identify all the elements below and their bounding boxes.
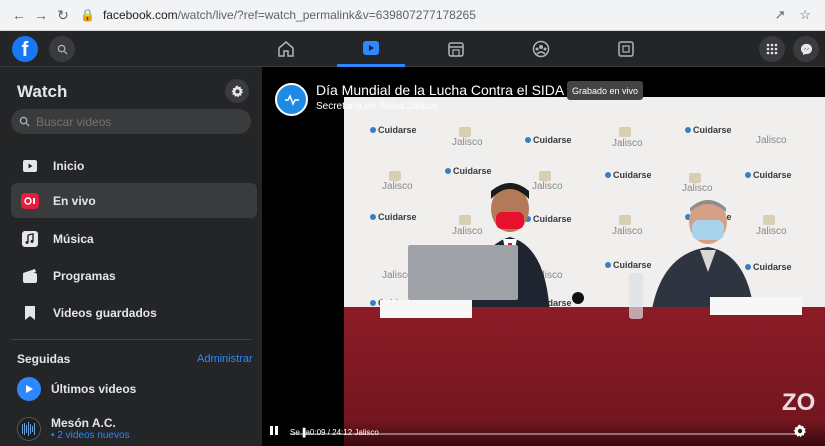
meson-avatar (17, 416, 41, 441)
sub-meta: • 2 videos nuevos (51, 430, 130, 441)
groups-icon[interactable] (507, 31, 575, 67)
watermark-text: ZO (782, 389, 816, 416)
svg-text:Cuidarse: Cuidarse (613, 170, 652, 180)
home-icon[interactable] (252, 31, 320, 67)
sidebar-item-inicio[interactable]: Inicio (11, 148, 257, 183)
play-icon (17, 377, 41, 401)
messenger-icon[interactable] (793, 36, 819, 62)
page-name[interactable]: Secretaría de Salud Jalisco (316, 101, 438, 112)
facebook-logo-icon[interactable]: f (12, 36, 38, 62)
search-icon[interactable] (49, 36, 75, 62)
water-bottle (629, 273, 643, 319)
search-videos-input[interactable] (36, 114, 236, 129)
svg-text:Jalisco: Jalisco (612, 226, 643, 237)
svg-text:Cuidarse: Cuidarse (693, 125, 732, 135)
svg-text:Cuidarse: Cuidarse (533, 135, 572, 145)
menu-grid-icon[interactable] (759, 36, 785, 62)
svg-text:Cuidarse: Cuidarse (753, 170, 792, 180)
playback-time: Se▐a0:09 / 24:12 Jalisco (290, 428, 379, 437)
svg-text:Cuidarse: Cuidarse (753, 262, 792, 272)
sidebar-item-latest-videos[interactable]: Últimos videos (17, 377, 136, 401)
video-title[interactable]: Día Mundial de la Lucha Contra el SIDA (316, 82, 564, 98)
sidebar-item-label: En vivo (53, 193, 96, 208)
divider (11, 339, 251, 340)
laptop (408, 245, 518, 300)
share-icon[interactable]: ↗ (774, 7, 785, 23)
svg-text:Jalisco: Jalisco (756, 135, 787, 146)
tv-icon (21, 157, 39, 175)
back-icon[interactable]: ← (8, 4, 30, 26)
url-host: facebook.com (102, 8, 178, 22)
svg-text:Cuidarse: Cuidarse (378, 125, 417, 135)
svg-text:Jalisco: Jalisco (452, 137, 483, 148)
svg-text:Jalisco: Jalisco (756, 226, 787, 237)
svg-text:Cuidarse: Cuidarse (378, 212, 417, 222)
lock-icon: 🔒 (80, 8, 95, 22)
sidebar-item-label: Inicio (53, 158, 85, 173)
sidebar-item-en-vivo[interactable]: En vivo (11, 183, 257, 218)
music-icon (21, 230, 39, 248)
browser-toolbar: ← → ↻ 🔒 facebook.com/watch/live/?ref=wat… (0, 0, 825, 31)
marketplace-icon[interactable] (422, 31, 490, 67)
svg-text:Jalisco: Jalisco (612, 138, 643, 149)
sidebar-item-musica[interactable]: Música (11, 221, 257, 256)
section-title: Seguidas (17, 352, 71, 366)
url-path: /watch/live/?ref=watch_permalink&v=63980… (177, 8, 476, 22)
sub-name: Últimos videos (51, 382, 137, 396)
search-videos-field[interactable] (11, 109, 251, 134)
sidebar-item-videos-guardados[interactable]: Videos guardados (11, 295, 257, 330)
sidebar-item-label: Música (53, 231, 94, 246)
clapper-icon (21, 267, 39, 285)
forward-icon[interactable]: → (30, 4, 52, 26)
sidebar-item-label: Programas (53, 268, 116, 283)
gaming-icon[interactable] (592, 31, 660, 67)
svg-text:Jalisco: Jalisco (382, 181, 413, 192)
sub-name: Mesón A.C. (51, 416, 116, 430)
video-player[interactable]: Cuidarse Cuidarse Cuidarse Cuidarse Cuidars… (262, 67, 825, 446)
page-avatar[interactable] (275, 83, 308, 116)
gear-icon[interactable] (225, 79, 249, 103)
nameplate-right (710, 297, 802, 315)
recorded-live-badge: Grabado en vivo (567, 81, 644, 100)
svg-text:Cuidarse: Cuidarse (453, 166, 492, 176)
sidebar-item-programas[interactable]: Programas (11, 258, 257, 293)
bookmark-icon (21, 304, 39, 322)
nameplate-left (380, 300, 472, 318)
address-bar[interactable]: 🔒 facebook.com/watch/live/?ref=watch_per… (80, 4, 774, 26)
live-icon (21, 192, 39, 210)
sidebar-item-label: Videos guardados (53, 305, 157, 320)
facebook-top-nav: f (0, 31, 825, 67)
microphone (572, 292, 584, 304)
sidebar-title: Watch (17, 82, 68, 101)
sidebar-item-meson[interactable]: Mesón A.C. • 2 videos nuevos (17, 416, 130, 441)
pause-icon[interactable] (270, 426, 278, 438)
watch-sidebar: Watch Inicio En vivo Música Programas Vi (0, 67, 262, 446)
reload-icon[interactable]: ↻ (52, 4, 74, 26)
manage-link[interactable]: Administrar (197, 353, 253, 365)
svg-text:Cuidarse: Cuidarse (613, 260, 652, 270)
star-icon[interactable]: ☆ (799, 7, 811, 23)
gear-icon[interactable] (793, 424, 807, 441)
watch-icon[interactable] (337, 31, 405, 67)
search-icon (19, 116, 30, 127)
